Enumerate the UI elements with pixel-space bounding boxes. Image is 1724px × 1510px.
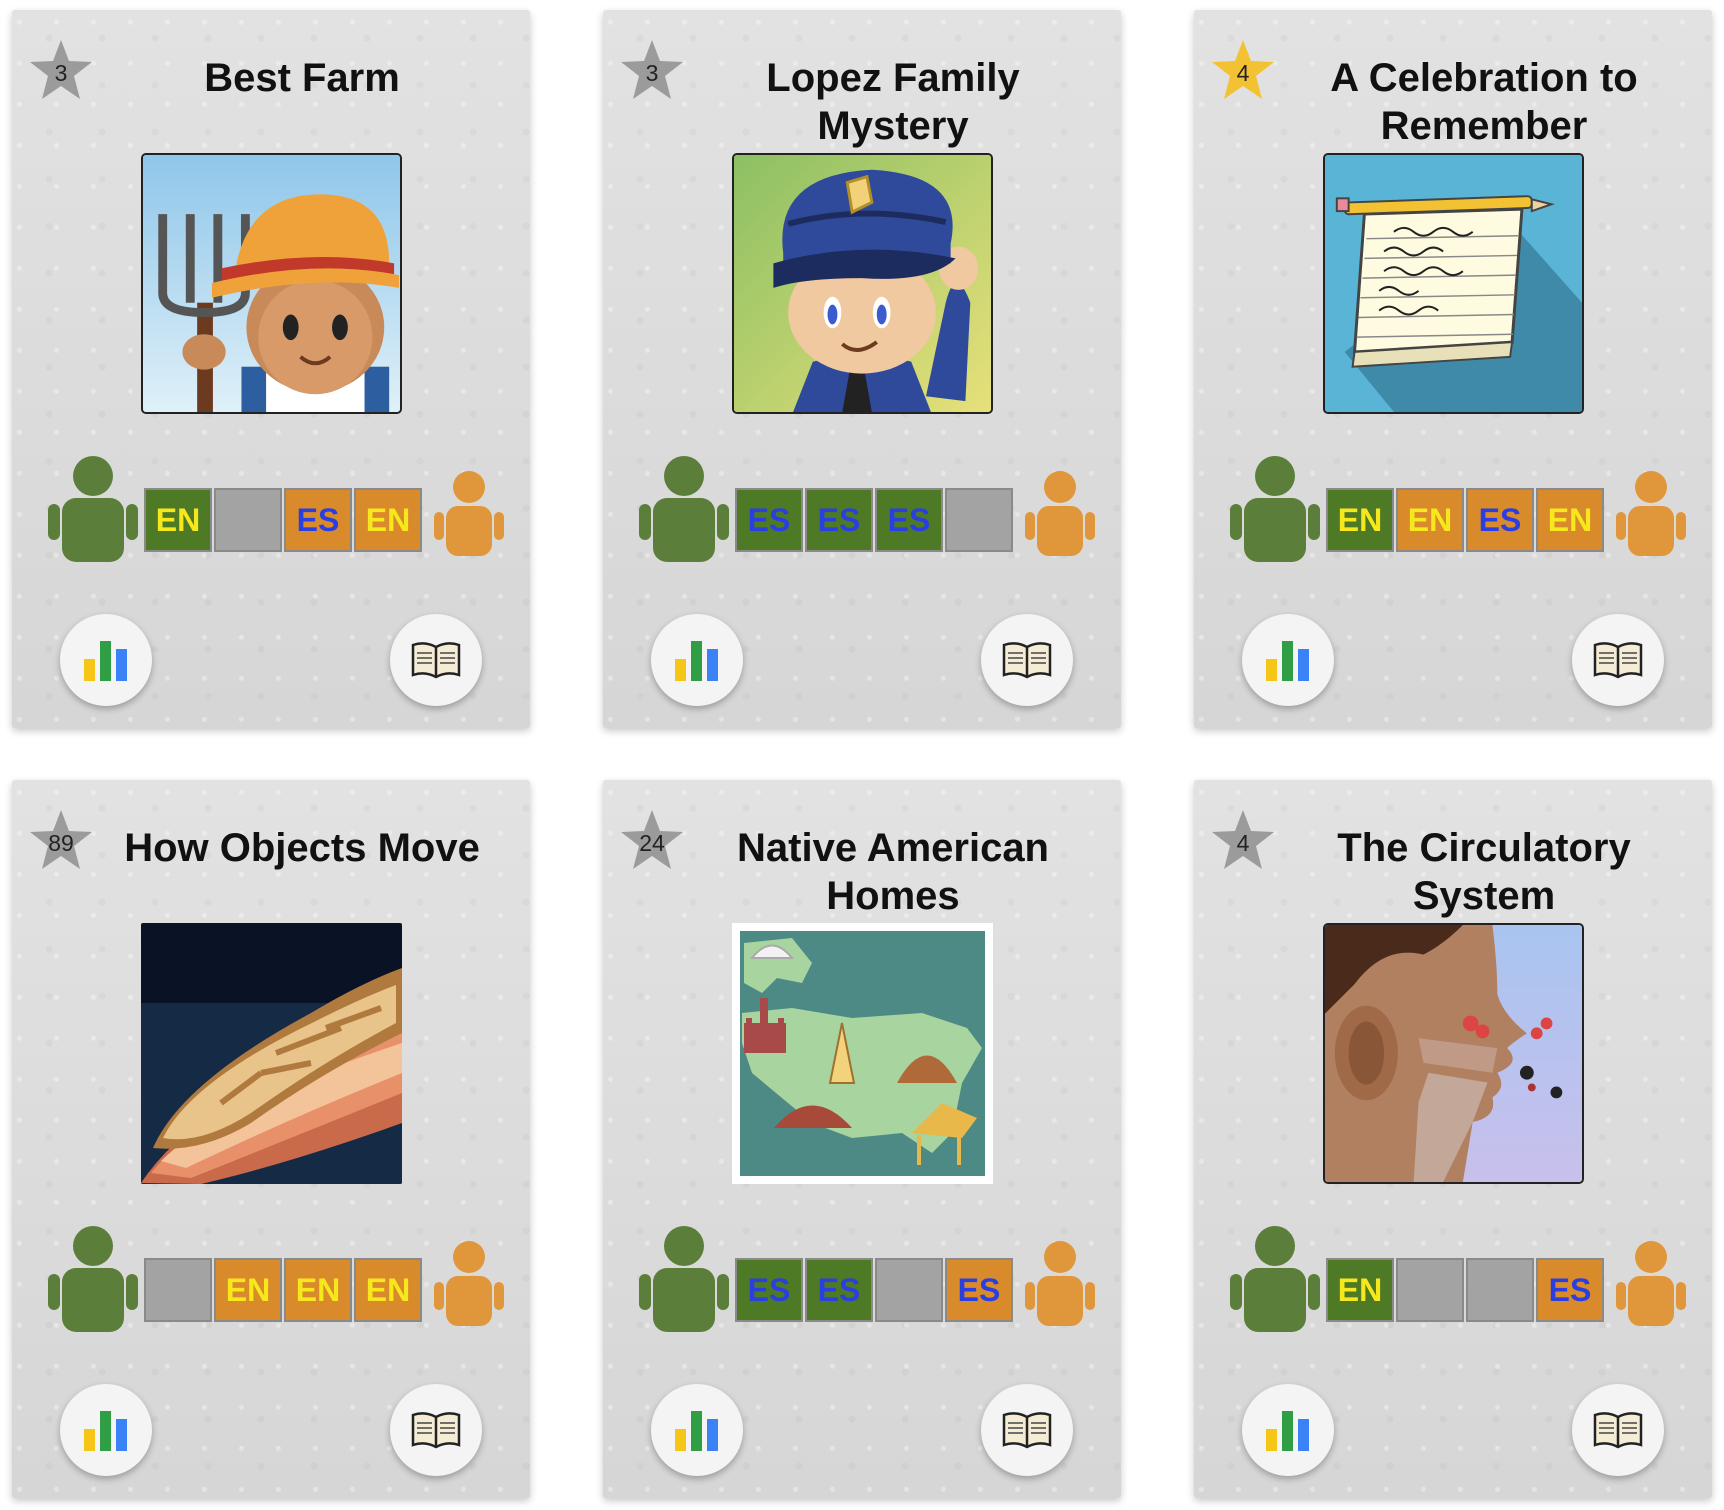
person-icon [1230,454,1320,564]
rating-count: 89 [48,829,74,856]
language-tile: ES [805,488,873,552]
read-button[interactable] [981,1384,1073,1476]
rating-badge: 89 [28,808,94,872]
rating-count: 3 [54,59,68,86]
person-icon [1616,1240,1686,1328]
language-tile: EN [214,1258,282,1322]
story-card[interactable]: 3 Best Farm EN ES EN [12,10,530,728]
stats-button[interactable] [651,614,743,706]
bar-chart-icon [675,1411,718,1451]
person-icon [639,1224,729,1334]
language-tile: ES [284,488,352,552]
bar-chart-icon [1266,641,1309,681]
map-image[interactable] [732,923,993,1184]
language-tile: ES [875,488,943,552]
stats-button[interactable] [60,1384,152,1476]
boat-image[interactable] [141,923,402,1184]
rating-count: 4 [1236,59,1250,86]
open-book-icon [411,642,461,679]
bar-chart-icon [84,1411,127,1451]
read-button[interactable] [981,614,1073,706]
language-tile: EN [284,1258,352,1322]
language-tile: EN [1396,488,1464,552]
person-icon [1230,1224,1320,1334]
language-row: EN ES EN [144,488,422,552]
notepad-image[interactable] [1323,153,1584,414]
stats-button[interactable] [1242,614,1334,706]
stats-button[interactable] [651,1384,743,1476]
rating-count: 24 [639,829,665,856]
language-tile: EN [1326,488,1394,552]
rating-badge: 4 [1210,808,1276,872]
language-tile: ES [735,488,803,552]
rating-badge: 4 [1210,38,1276,102]
language-tile-empty [214,488,282,552]
read-button[interactable] [390,614,482,706]
story-card[interactable]: 4 The Circulatory System EN ES [1194,780,1712,1498]
open-book-icon [1593,642,1643,679]
police-officer-image[interactable] [732,153,993,414]
language-tile: ES [735,1258,803,1322]
language-tile: ES [945,1258,1013,1322]
language-tile-empty [1396,1258,1464,1322]
story-card[interactable]: 24 Native American Homes ES ES ES [603,780,1121,1498]
language-tile: EN [144,488,212,552]
breathing-image[interactable] [1323,923,1584,1184]
card-title: A Celebration to Remember [1330,56,1638,148]
card-title: Best Farm [204,56,400,100]
story-card[interactable]: 3 Lopez Family Mystery ES ES ES [603,10,1121,728]
language-tile: ES [805,1258,873,1322]
story-card[interactable]: 89 How Objects Move EN EN EN [12,780,530,1498]
person-icon [639,454,729,564]
stats-button[interactable] [60,614,152,706]
bar-chart-icon [675,641,718,681]
language-tile-empty [945,488,1013,552]
rating-count: 3 [645,59,659,86]
language-row: EN ES [1326,1258,1604,1322]
open-book-icon [1593,1412,1643,1449]
language-tile-empty [875,1258,943,1322]
read-button[interactable] [390,1384,482,1476]
language-tile: EN [1326,1258,1394,1322]
language-row: ES ES ES [735,1258,1013,1322]
card-title: Native American Homes [737,826,1049,918]
read-button[interactable] [1572,614,1664,706]
rating-badge: 3 [28,38,94,102]
story-card[interactable]: 4 A Celebration to Remember EN EN ES EN [1194,10,1712,728]
person-icon [434,1240,504,1328]
language-row: ES ES ES [735,488,1013,552]
open-book-icon [1002,642,1052,679]
open-book-icon [411,1412,461,1449]
bar-chart-icon [1266,1411,1309,1451]
language-tile: ES [1466,488,1534,552]
person-icon [1025,1240,1095,1328]
language-tile-empty [1466,1258,1534,1322]
read-button[interactable] [1572,1384,1664,1476]
person-icon [434,470,504,558]
language-row: EN EN EN [144,1258,422,1322]
language-tile: EN [354,1258,422,1322]
language-tile: ES [1536,1258,1604,1322]
language-tile: EN [1536,488,1604,552]
card-title: The Circulatory System [1337,826,1631,918]
person-icon [1616,470,1686,558]
bar-chart-icon [84,641,127,681]
language-tile-empty [144,1258,212,1322]
rating-badge: 24 [619,808,685,872]
person-icon [48,454,138,564]
card-title: How Objects Move [124,826,480,870]
card-title: Lopez Family Mystery [766,56,1020,148]
person-icon [48,1224,138,1334]
open-book-icon [1002,1412,1052,1449]
rating-badge: 3 [619,38,685,102]
farmer-image[interactable] [141,153,402,414]
language-tile: EN [354,488,422,552]
language-row: EN EN ES EN [1326,488,1604,552]
stats-button[interactable] [1242,1384,1334,1476]
person-icon [1025,470,1095,558]
story-card-grid: 3 Best Farm EN ES EN 3 Lopez Family Myst… [0,0,1724,1510]
rating-count: 4 [1236,829,1250,856]
